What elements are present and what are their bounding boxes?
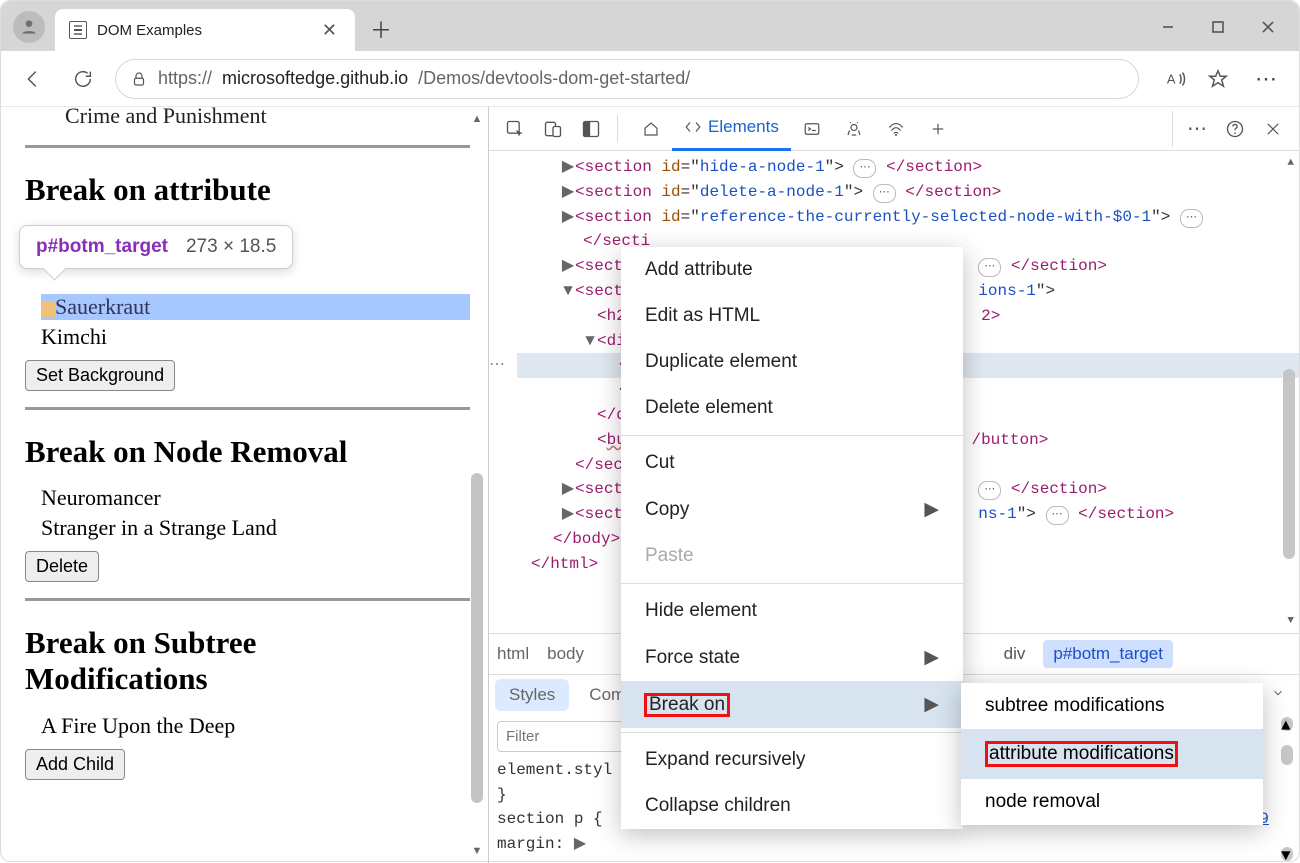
heading-node-removal: Break on Node Removal [25,434,470,470]
divider [25,598,470,601]
delete-button[interactable]: Delete [25,551,99,582]
scroll-thumb[interactable] [1283,369,1295,559]
tab-elements[interactable]: Elements [672,107,791,151]
bc-div[interactable]: div [1004,644,1026,664]
url-field[interactable]: https:// microsoftedge.github.io/Demos/de… [115,59,1139,99]
back-button[interactable] [15,61,51,97]
ctx-expand[interactable]: Expand recursively [621,737,963,783]
scroll-down-arrow-icon[interactable]: ▼ [1287,615,1294,627]
lock-icon [130,70,148,88]
tooltip-dimensions: 273 × 18.5 [186,236,276,258]
page-content: Crime and Punishment Break on attribute … [1,107,489,863]
devtools-more-icon[interactable]: ⋯ [1179,111,1215,147]
tab-sources[interactable] [833,107,875,151]
inspect-icon[interactable] [497,111,533,147]
set-background-button[interactable]: Set Background [25,360,175,391]
help-icon[interactable] [1217,111,1253,147]
heading-break-attr: Break on attribute [25,172,470,208]
ctx-delete[interactable]: Delete element [621,385,963,431]
url-path: /Demos/devtools-dom-get-started/ [418,68,690,89]
ctx-hide[interactable]: Hide element [621,588,963,634]
submenu-node-removal[interactable]: node removal [961,779,1263,825]
ctx-copy[interactable]: Copy▶ [621,486,963,533]
ctx-cut[interactable]: Cut [621,440,963,486]
ctx-collapse[interactable]: Collapse children [621,783,963,829]
context-menu: Add attribute Edit as HTML Duplicate ele… [621,247,963,829]
add-child-button[interactable]: Add Child [25,749,125,780]
styles-scroll-down-icon[interactable]: ▼ [1281,847,1293,861]
break-on-submenu: subtree modifications attribute modifica… [961,683,1263,825]
url-host: microsoftedge.github.io [222,68,408,89]
item-neuromancer: Neuromancer [41,485,470,511]
tab-network[interactable] [875,107,917,151]
dock-icon[interactable] [573,111,609,147]
address-bar: https:// microsoftedge.github.io/Demos/de… [1,51,1299,107]
tooltip-selector: p#botm_target [36,236,168,258]
dom-scrollbar[interactable]: ▲ ▼ [1281,161,1295,623]
cutoff-text: Crime and Punishment [65,107,470,129]
bc-target[interactable]: p#botm_target [1043,640,1173,668]
read-aloud-icon[interactable]: A [1159,62,1193,96]
heading-subtree-1: Break on Subtree [25,625,470,661]
page-icon [69,21,87,39]
heading-subtree-2: Modifications [25,661,470,697]
styles-more-icon[interactable] [1263,681,1293,709]
window-controls [1143,9,1299,45]
scroll-down-arrow-icon[interactable]: ▼ [472,845,483,857]
svg-text:A: A [1167,71,1176,86]
item-fire: A Fire Upon the Deep [41,713,470,739]
tab-styles[interactable]: Styles [495,679,569,711]
styles-scroll-up-icon[interactable]: ▲ [1281,717,1293,731]
tab-add[interactable] [917,107,959,151]
profile-avatar-icon[interactable] [13,11,45,43]
bc-body[interactable]: body [547,644,584,664]
devtools-toolbar: Elements ⋯ [489,107,1299,151]
refresh-button[interactable] [65,61,101,97]
tab-welcome[interactable] [630,107,672,151]
element-tooltip: p#botm_target 273 × 18.5 [19,225,293,269]
page-scrollbar[interactable]: ▲ ▼ [468,113,486,857]
item-stranger: Stranger in a Strange Land [41,515,470,541]
scroll-up-arrow-icon[interactable]: ▲ [1287,157,1294,169]
window-titlebar: DOM Examples ✕ ＋ [1,1,1299,51]
ctx-duplicate[interactable]: Duplicate element [621,339,963,385]
scroll-up-arrow-icon[interactable]: ▲ [472,113,483,125]
window-close-button[interactable] [1243,9,1293,45]
devtools-close-icon[interactable] [1255,111,1291,147]
highlighted-sauerkraut[interactable]: Sauerkraut [41,294,470,320]
ctx-add-attribute[interactable]: Add attribute [621,247,963,293]
window-maximize-button[interactable] [1193,9,1243,45]
ctx-force-state[interactable]: Force state▶ [621,634,963,681]
ctx-paste: Paste [621,533,963,579]
scroll-thumb[interactable] [471,473,483,803]
browser-tab[interactable]: DOM Examples ✕ [55,9,355,51]
tab-console[interactable] [791,107,833,151]
styles-scroll-thumb[interactable] [1281,745,1293,765]
more-menu-icon[interactable]: ⋯ [1249,61,1285,97]
ctx-edit-html[interactable]: Edit as HTML [621,293,963,339]
bc-html[interactable]: html [497,644,529,664]
submenu-subtree[interactable]: subtree modifications [961,683,1263,729]
new-tab-button[interactable]: ＋ [361,9,401,49]
window-minimize-button[interactable] [1143,9,1193,45]
submenu-attribute[interactable]: attribute modifications [961,729,1263,779]
tab-title: DOM Examples [97,22,308,39]
divider [25,407,470,410]
url-scheme: https:// [158,68,212,89]
device-toggle-icon[interactable] [535,111,571,147]
item-kimchi: Kimchi [41,324,470,350]
tab-close-icon[interactable]: ✕ [318,18,341,43]
ctx-break-on[interactable]: Break on▶ [621,681,963,728]
favorite-icon[interactable] [1201,62,1235,96]
divider [25,145,470,148]
